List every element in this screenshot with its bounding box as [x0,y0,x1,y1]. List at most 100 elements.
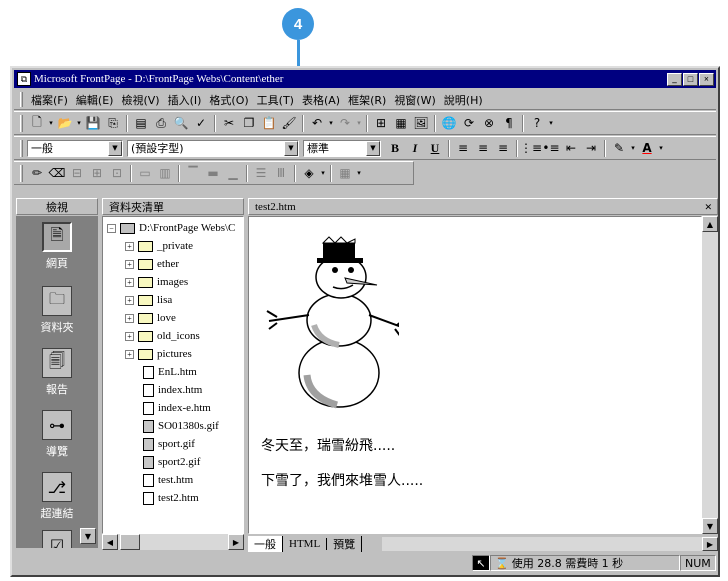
tree-file[interactable]: EnL.htm [143,363,197,381]
highlight-icon[interactable]: ✎ [609,139,629,158]
tab-html[interactable]: HTML [283,538,328,550]
open-folder-icon[interactable]: 📂 [55,114,75,133]
show-all-icon[interactable]: ¶ [499,114,519,133]
insert-columns-icon[interactable]: ⊞ [87,164,107,183]
hyperlink-icon[interactable]: 🌐 [439,114,459,133]
size-select[interactable]: 標準 ▼ [303,139,381,157]
open-dropdown-icon[interactable]: ▾ [75,114,83,133]
italic-button[interactable]: I [405,139,425,158]
redo-icon[interactable]: ↷ [335,114,355,133]
tree-folder[interactable]: + old_icons [125,327,200,345]
insert-table-icon[interactable]: ▦ [391,114,411,133]
tree-file[interactable]: index.htm [143,381,202,399]
minimize-icon[interactable]: _ [667,72,682,86]
chevron-down-icon[interactable]: ▼ [366,140,380,156]
tree-file[interactable]: sport2.gif [143,453,200,471]
toolbar-grip[interactable] [20,164,23,182]
stop-icon[interactable]: ⊗ [479,114,499,133]
menu-help[interactable]: 說明(H) [440,92,487,108]
menu-window[interactable]: 視窗(W) [390,92,439,108]
redo-dropdown-icon[interactable]: ▾ [355,114,363,133]
menu-edit[interactable]: 編輯(E) [72,92,118,108]
highlight-dropdown-icon[interactable]: ▾ [629,139,637,158]
tree-folder[interactable]: + ether [125,255,179,273]
paste-icon[interactable]: 📋 [259,114,279,133]
table-properties-icon[interactable]: ▦ [335,164,355,183]
editor-canvas[interactable]: 冬天至，瑞雪紛飛..... 下雪了，我們來堆雪人..... [248,216,702,534]
scroll-down-icon[interactable]: ▼ [702,518,718,534]
scroll-right-icon[interactable]: ▶ [702,537,718,551]
menu-table[interactable]: 表格(A) [298,92,344,108]
publish-icon[interactable]: ⎘ [103,114,123,133]
new-page-icon[interactable]: 🗋 [27,114,47,133]
tree-folder[interactable]: + lisa [125,291,172,309]
editor-vscrollbar[interactable]: ▲ ▼ [702,216,718,534]
expand-icon[interactable]: + [125,295,134,305]
menu-insert[interactable]: 插入(I) [164,92,206,108]
font-color-dropdown-icon[interactable]: ▾ [657,139,665,158]
align-center-icon[interactable]: ≡ [473,139,493,158]
view-hyperlinks[interactable]: ⎇ 超連結 [16,472,98,521]
print-preview-icon[interactable]: 🔍 [171,114,191,133]
distribute-rows-icon[interactable]: ☰ [251,164,271,183]
view-page[interactable]: 🗎 網頁 [16,222,98,271]
tree-file[interactable]: SO01380s.gif [143,417,219,435]
folder-hscrollbar[interactable]: ◀ ▶ [102,534,244,550]
close-icon[interactable]: × [699,72,714,86]
expand-icon[interactable]: + [125,349,134,359]
collapse-icon[interactable]: − [107,223,116,233]
view-reports[interactable]: 🗐 報告 [16,348,98,397]
align-right-icon[interactable]: ≡ [493,139,513,158]
draw-table-icon[interactable]: ✏ [27,164,47,183]
chevron-down-icon[interactable]: ▼ [108,140,122,156]
tab-normal[interactable]: 一般 [248,536,283,552]
insert-component-icon[interactable]: ⊞ [371,114,391,133]
scroll-thumb[interactable] [120,534,140,550]
align-bottom-icon[interactable]: ▁ [223,164,243,183]
expand-icon[interactable]: + [125,277,134,287]
body-line-1[interactable]: 冬天至，瑞雪紛飛..... [261,435,395,455]
bullets-icon[interactable]: •≡ [541,139,561,158]
copy-icon[interactable]: ❐ [239,114,259,133]
scroll-up-icon[interactable]: ▲ [702,216,718,232]
refresh-icon[interactable]: ⟳ [459,114,479,133]
new-dropdown-icon[interactable]: ▾ [47,114,55,133]
align-middle-icon[interactable]: ▬ [203,164,223,183]
undo-dropdown-icon[interactable]: ▾ [327,114,335,133]
folder-list-icon[interactable]: ▤ [131,114,151,133]
eraser-icon[interactable]: ⌫ [47,164,67,183]
scroll-down-icon[interactable]: ▼ [80,528,96,544]
tree-folder[interactable]: + images [125,273,188,291]
menubar-grip[interactable] [20,92,23,107]
menu-file[interactable]: 檔案(F) [27,92,72,108]
merge-cells-icon[interactable]: ▭ [135,164,155,183]
tree-file[interactable]: index-e.htm [143,399,211,417]
chevron-down-icon[interactable]: ▼ [284,140,298,156]
editor-hscrollbar[interactable]: ▶ [382,537,718,551]
align-top-icon[interactable]: ▔ [183,164,203,183]
increase-indent-icon[interactable]: ⇥ [581,139,601,158]
fill-color-icon[interactable]: ◈ [299,164,319,183]
view-folders[interactable]: 🗀 資料夾 [16,286,98,335]
menu-frames[interactable]: 框架(R) [344,92,390,108]
toolbar-grip[interactable] [20,139,23,157]
view-navigation[interactable]: ⊶ 導覽 [16,410,98,459]
scroll-left-icon[interactable]: ◀ [102,534,118,550]
insert-picture-icon[interactable]: 🖼 [411,114,431,133]
tab-preview[interactable]: 預覽 [327,536,363,552]
tree-folder[interactable]: + pictures [125,345,192,363]
format-painter-icon[interactable]: 🖌 [279,114,299,133]
align-left-icon[interactable]: ≡ [453,139,473,158]
bold-button[interactable]: B [385,139,405,158]
help-icon[interactable]: ? [527,114,547,133]
tree-file[interactable]: sport.gif [143,435,195,453]
expand-icon[interactable]: + [125,313,134,323]
tree-folder[interactable]: + _private [125,237,193,255]
split-cells-icon[interactable]: ▥ [155,164,175,183]
help-dropdown-icon[interactable]: ▾ [547,114,555,133]
distribute-columns-icon[interactable]: Ⅲ [271,164,291,183]
table-dropdown-icon[interactable]: ▾ [355,164,363,183]
body-line-2[interactable]: 下雪了，我們來堆雪人..... [261,470,423,490]
snowman-image[interactable] [259,225,399,415]
print-icon[interactable]: ⎙ [151,114,171,133]
